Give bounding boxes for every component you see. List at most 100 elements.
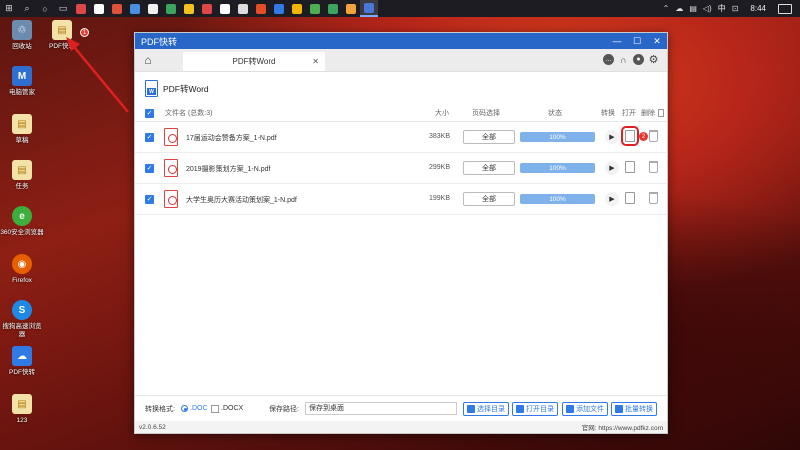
taskbar-app-button[interactable] bbox=[126, 0, 144, 17]
user-icon[interactable]: ● bbox=[633, 54, 644, 65]
cloud-icon[interactable]: ☁ bbox=[675, 4, 683, 13]
desktop-icon-task[interactable]: ▤ 任务 bbox=[0, 160, 44, 191]
taskbar-app-button[interactable] bbox=[234, 0, 252, 17]
radio-doc[interactable] bbox=[181, 405, 188, 412]
desktop-step-badge: 1 bbox=[80, 28, 89, 37]
close-button[interactable]: ✕ bbox=[647, 33, 667, 49]
page-range-button[interactable]: 全部 bbox=[463, 161, 515, 175]
delete-icon[interactable] bbox=[649, 192, 658, 204]
progress-fill: 100% bbox=[520, 194, 595, 204]
footer-controls: 转换格式: .DOC .DOCX 保存路径: 保存到桌面 选择目录 打开目录 添… bbox=[135, 395, 667, 421]
chat-icon[interactable]: … bbox=[603, 54, 614, 65]
word-doc-icon: W bbox=[145, 80, 158, 97]
format-docx-label: .DOCX bbox=[221, 405, 244, 412]
headset-icon[interactable]: ∩ bbox=[618, 54, 629, 65]
desktop-icon-sogou[interactable]: S 搜狗高速浏览器 bbox=[0, 300, 44, 339]
choose-folder-button[interactable]: 选择目录 bbox=[463, 401, 509, 416]
format-doc-option[interactable]: .DOC bbox=[181, 405, 208, 412]
people-icon[interactable]: ⌃ bbox=[663, 4, 670, 13]
search-icon[interactable]: ⌕ bbox=[18, 0, 36, 17]
clock[interactable]: 8:44 bbox=[744, 4, 772, 13]
save-path-input[interactable]: 保存到桌面 bbox=[305, 402, 457, 415]
desktop-icon-label: PDF快转 bbox=[9, 369, 35, 376]
gear-icon[interactable]: ⚙ bbox=[648, 54, 659, 66]
task-view-icon[interactable]: ▭ bbox=[54, 0, 72, 17]
page-range-button[interactable]: 全部 bbox=[463, 192, 515, 206]
notification-icon[interactable] bbox=[778, 3, 792, 14]
file-row: ✓ 2019摄影策划方案_1-N.pdf 299KB 全部 100% ▶ bbox=[135, 153, 667, 184]
taskbar-app-button[interactable] bbox=[342, 0, 360, 17]
delete-icon[interactable] bbox=[649, 130, 658, 142]
column-range: 页码选择 bbox=[472, 110, 500, 117]
folder-icon bbox=[467, 404, 475, 413]
open-folder-button[interactable]: 打开目录 bbox=[512, 401, 558, 416]
taskbar-app-button[interactable] bbox=[198, 0, 216, 17]
taskbar-app-button[interactable] bbox=[216, 0, 234, 17]
convert-play-icon[interactable]: ▶ bbox=[605, 130, 619, 144]
desktop-icon-pdf-app[interactable]: ☁ PDF快转 bbox=[0, 346, 44, 377]
taskbar-app-button[interactable] bbox=[360, 0, 378, 17]
desktop-icon-draft[interactable]: ▤ 草稿 bbox=[0, 114, 44, 145]
open-file-icon[interactable] bbox=[625, 192, 635, 204]
checkbox-docx[interactable] bbox=[211, 404, 219, 413]
home-icon[interactable]: ⌂ bbox=[135, 48, 161, 71]
taskbar-app-icon bbox=[274, 3, 284, 14]
taskbar-app-button[interactable] bbox=[72, 0, 90, 17]
maximize-button[interactable]: ☐ bbox=[627, 33, 647, 49]
volume-icon[interactable]: ◁) bbox=[703, 4, 712, 13]
desktop-icon-recycle-bin[interactable]: ♲ 回收站 bbox=[0, 20, 44, 51]
format-docx-option[interactable]: .DOCX bbox=[211, 404, 244, 413]
add-file-button[interactable]: 添加文件 bbox=[562, 401, 608, 416]
desktop-icon-pc-manager[interactable]: M 电脑管家 bbox=[0, 66, 44, 97]
taskbar-app-button[interactable] bbox=[288, 0, 306, 17]
taskbar-app-button[interactable] bbox=[270, 0, 288, 17]
desktop-icon-123[interactable]: ▤ 123 bbox=[0, 394, 44, 425]
taskbar-app-button[interactable] bbox=[180, 0, 198, 17]
pdf-file-icon bbox=[164, 190, 178, 208]
network-icon[interactable]: ▤ bbox=[689, 4, 697, 13]
desktop-icon-360-browser[interactable]: e 360安全浏览器 bbox=[0, 206, 44, 237]
desktop-icon-firefox[interactable]: ◉ Firefox bbox=[0, 254, 44, 285]
open-file-icon[interactable] bbox=[625, 161, 635, 173]
taskbar-app-icon bbox=[202, 3, 212, 14]
column-open: 打开 bbox=[622, 110, 636, 117]
row-checkbox[interactable]: ✓ bbox=[145, 195, 154, 204]
select-all-checkbox[interactable]: ✓ bbox=[145, 108, 154, 118]
open-file-icon[interactable] bbox=[621, 126, 639, 146]
minimize-button[interactable]: — bbox=[607, 33, 627, 49]
delete-all-icon[interactable] bbox=[658, 109, 664, 117]
taskbar-app-button[interactable] bbox=[162, 0, 180, 17]
sogou-browser-icon: S bbox=[12, 300, 32, 320]
taskbar-app-button[interactable] bbox=[108, 0, 126, 17]
taskbar-app-button[interactable] bbox=[144, 0, 162, 17]
file-name: 17届运动会赞备方案_1-N.pdf bbox=[186, 135, 277, 142]
taskbar-app-button[interactable] bbox=[306, 0, 324, 17]
desktop-icon-pdf-file[interactable]: ▤ PDF快转 bbox=[40, 20, 84, 51]
cortana-icon[interactable]: ○ bbox=[36, 0, 54, 17]
website-link[interactable]: 官网: https://www.pdfkz.com bbox=[582, 422, 663, 432]
taskbar-app-icon bbox=[94, 3, 104, 14]
taskbar-app-icon bbox=[256, 3, 266, 14]
row-checkbox[interactable]: ✓ bbox=[145, 133, 154, 142]
convert-play-icon[interactable]: ▶ bbox=[605, 161, 619, 175]
pdf-convert-app-icon: ☁ bbox=[12, 346, 32, 366]
taskbar-app-button[interactable] bbox=[324, 0, 342, 17]
window-titlebar[interactable]: PDF快转 — ☐ ✕ bbox=[135, 33, 667, 49]
taskbar-app-button[interactable] bbox=[252, 0, 270, 17]
delete-icon[interactable] bbox=[649, 161, 658, 173]
page-range-button[interactable]: 全部 bbox=[463, 130, 515, 144]
browser-360-icon: e bbox=[12, 206, 32, 226]
row-checkbox[interactable]: ✓ bbox=[145, 164, 154, 173]
window-title: PDF快转 bbox=[141, 36, 178, 47]
ime-indicator[interactable]: 中 bbox=[718, 3, 726, 14]
tab-label: PDF转Word bbox=[232, 57, 276, 66]
tab-pdf-to-word[interactable]: PDF转Word ✕ bbox=[183, 52, 325, 71]
desktop-icon-label: 任务 bbox=[15, 183, 29, 190]
keyboard-icon[interactable]: ⊡ bbox=[732, 4, 739, 13]
windows-start-icon[interactable]: ⊞ bbox=[0, 0, 18, 17]
convert-play-icon[interactable]: ▶ bbox=[605, 192, 619, 206]
batch-convert-button[interactable]: 批量转换 bbox=[611, 401, 657, 416]
taskbar-app-button[interactable] bbox=[90, 0, 108, 17]
tab-close-icon[interactable]: ✕ bbox=[312, 57, 319, 66]
version-text: v2.0.6.52 bbox=[139, 423, 166, 431]
